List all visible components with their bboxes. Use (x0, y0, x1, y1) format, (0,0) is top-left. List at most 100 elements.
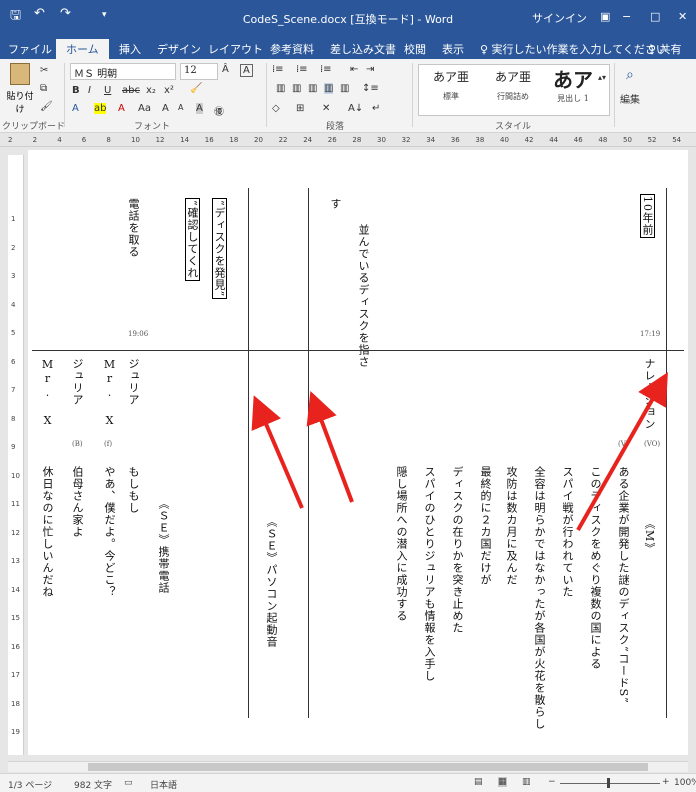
italic-button[interactable]: I (88, 85, 91, 96)
ribbon-display-icon[interactable]: ▣ (600, 10, 610, 23)
styles-group-label: スタイル (495, 122, 532, 132)
paste-button[interactable]: 貼り付け (6, 63, 34, 115)
tab-references[interactable]: 参考資料 (270, 41, 314, 57)
minimize-button[interactable]: − (622, 10, 631, 23)
grow-font-icon[interactable]: Â (222, 64, 229, 75)
ruler-tick: 30 (377, 136, 386, 144)
show-marks-icon[interactable]: ↵ (372, 103, 380, 114)
shading-icon[interactable]: ◇ (272, 103, 280, 114)
highlight-icon[interactable]: ab (94, 103, 107, 114)
divider (64, 63, 65, 127)
line-spacing-icon[interactable]: ↕≡ (362, 83, 379, 94)
language[interactable]: 日本語 (150, 778, 177, 791)
char-shading-button[interactable]: A (196, 103, 203, 114)
grow-font-button[interactable]: A (162, 103, 169, 114)
find-icon[interactable]: ⌕ (626, 67, 634, 83)
zoom-out-button[interactable]: − (548, 777, 556, 787)
bold-button[interactable]: B (72, 85, 80, 96)
style-normal[interactable]: あア亜 標準 (421, 68, 481, 102)
web-layout-icon[interactable]: ▥ (522, 777, 531, 787)
ruler-tick: 7 (11, 386, 16, 394)
clear-format-icon[interactable]: 🧹 (190, 83, 202, 94)
ruler-tick: 8 (11, 414, 16, 423)
zoom-level[interactable]: 100% (674, 778, 696, 788)
multilevel-list-icon[interactable]: ⁞≡ (320, 64, 332, 75)
proofing-icon[interactable]: ▭ (124, 778, 133, 788)
style-heading1[interactable]: あア 見出し 1 (543, 68, 603, 104)
divider (614, 63, 615, 127)
tab-file[interactable]: ファイル (8, 41, 52, 57)
strikethrough-button[interactable]: abc (122, 85, 140, 96)
paragraph-group-label: 段落 (326, 122, 345, 132)
tab-view[interactable]: 表示 (442, 41, 464, 57)
horizontal-ruler[interactable]: 2 2 4 6 8 10 12 14 16 18 20 22 24 26 28 30 32 34 36 38 40 42 4… (0, 133, 696, 147)
borders-icon[interactable]: ⊞ (296, 103, 304, 114)
styles-scroll-icon[interactable]: ▴▾ (598, 73, 606, 82)
format-painter-icon[interactable]: 🖌 (40, 101, 53, 112)
word-count[interactable]: 982 文字 (74, 778, 112, 791)
zoom-slider[interactable] (560, 783, 660, 784)
increase-indent-icon[interactable]: ⇥ (366, 64, 374, 75)
window-title: CodeS_Scene.docx [互換モード] - Word (242, 13, 454, 26)
tab-insert[interactable]: 挿入 (119, 41, 141, 57)
enclose-char-icon[interactable]: ㊝ (214, 103, 224, 118)
tell-me-search[interactable]: ♀ 実行したい作業を入力してください (480, 41, 667, 57)
subscript-button[interactable]: x₂ (146, 85, 156, 96)
editing-button[interactable]: 編集 (620, 91, 640, 106)
print-layout-icon[interactable]: ▦ (498, 777, 507, 787)
distributed-icon[interactable]: ▥ (340, 83, 349, 94)
ruler-tick: 2 (8, 136, 13, 144)
close-button[interactable]: ✕ (678, 10, 687, 23)
cut-icon[interactable]: ✂ (40, 65, 48, 76)
horizontal-scrollbar[interactable] (8, 761, 688, 772)
numbering-icon[interactable]: ⁞≡ (296, 64, 308, 75)
asian-layout-icon[interactable]: ✕ (322, 103, 330, 114)
char-border-icon[interactable]: A (240, 64, 253, 77)
align-center-icon[interactable]: ▥ (292, 83, 301, 94)
scroll-thumb[interactable] (88, 763, 648, 771)
font-size-box[interactable]: 12 (180, 63, 218, 80)
font-color-icon[interactable]: A (118, 103, 125, 114)
change-case-button[interactable]: Aa (138, 103, 151, 114)
ruler-tick: 14 (11, 585, 20, 594)
ruler-tick: 16 (204, 136, 214, 144)
font-name-box[interactable]: ＭＳ 明朝 (70, 63, 176, 80)
ruler-tick: 4 (57, 136, 62, 144)
ruler-tick: 2 (32, 136, 38, 144)
maximize-button[interactable]: □ (650, 10, 660, 23)
justify-icon[interactable]: ▥ (324, 83, 334, 94)
zoom-in-button[interactable]: + (662, 777, 670, 787)
style-no-spacing[interactable]: あア亜 行間詰め (483, 68, 543, 102)
tab-design[interactable]: デザイン (157, 41, 201, 57)
copy-icon[interactable]: ⧉ (40, 83, 47, 94)
superscript-button[interactable]: x² (164, 85, 174, 96)
red-arrow (576, 372, 668, 531)
tab-layout[interactable]: レイアウト (208, 41, 263, 57)
shrink-font-button[interactable]: A (178, 103, 183, 112)
tab-review[interactable]: 校閲 (404, 41, 426, 57)
underline-button[interactable]: U (104, 85, 111, 96)
sort-icon[interactable]: A↓ (348, 103, 363, 114)
align-right-icon[interactable]: ▥ (308, 83, 317, 94)
style-preview: あア亜 (432, 70, 469, 84)
ruler-tick: 24 (303, 136, 313, 144)
page-count[interactable]: 1/3 ページ (8, 778, 52, 791)
align-left-icon[interactable]: ▥ (276, 83, 285, 94)
document-page[interactable]: 10年前 17:19 並んでいるディスクを指さ す “ディスクを発見” “確認し… (28, 150, 688, 755)
signin-link[interactable]: サインイン (532, 10, 587, 26)
ruler-tick: 26 (327, 136, 337, 144)
share-button[interactable]: ♀ 共有 (648, 41, 682, 57)
clipboard-group-label: クリップボード (2, 122, 66, 132)
read-mode-icon[interactable]: ▤ (474, 777, 483, 787)
ruler-tick: 1 (11, 215, 16, 223)
tab-mailings[interactable]: 差し込み文書 (330, 41, 396, 57)
ruler-tick: 3 (11, 272, 16, 280)
ruler-tick: 38 (475, 136, 485, 144)
tab-home[interactable]: ホーム (56, 39, 109, 59)
style-preview: あア (553, 68, 593, 92)
text-effect-icon[interactable]: A (72, 103, 79, 114)
vertical-ruler[interactable]: 1 2 3 4 5 6 7 8 9 10 11 12 13 14 15 16 17 18 19 (8, 155, 24, 755)
decrease-indent-icon[interactable]: ⇤ (350, 64, 358, 75)
zoom-thumb[interactable] (607, 778, 610, 788)
bullets-icon[interactable]: ⁞≡ (272, 64, 284, 75)
